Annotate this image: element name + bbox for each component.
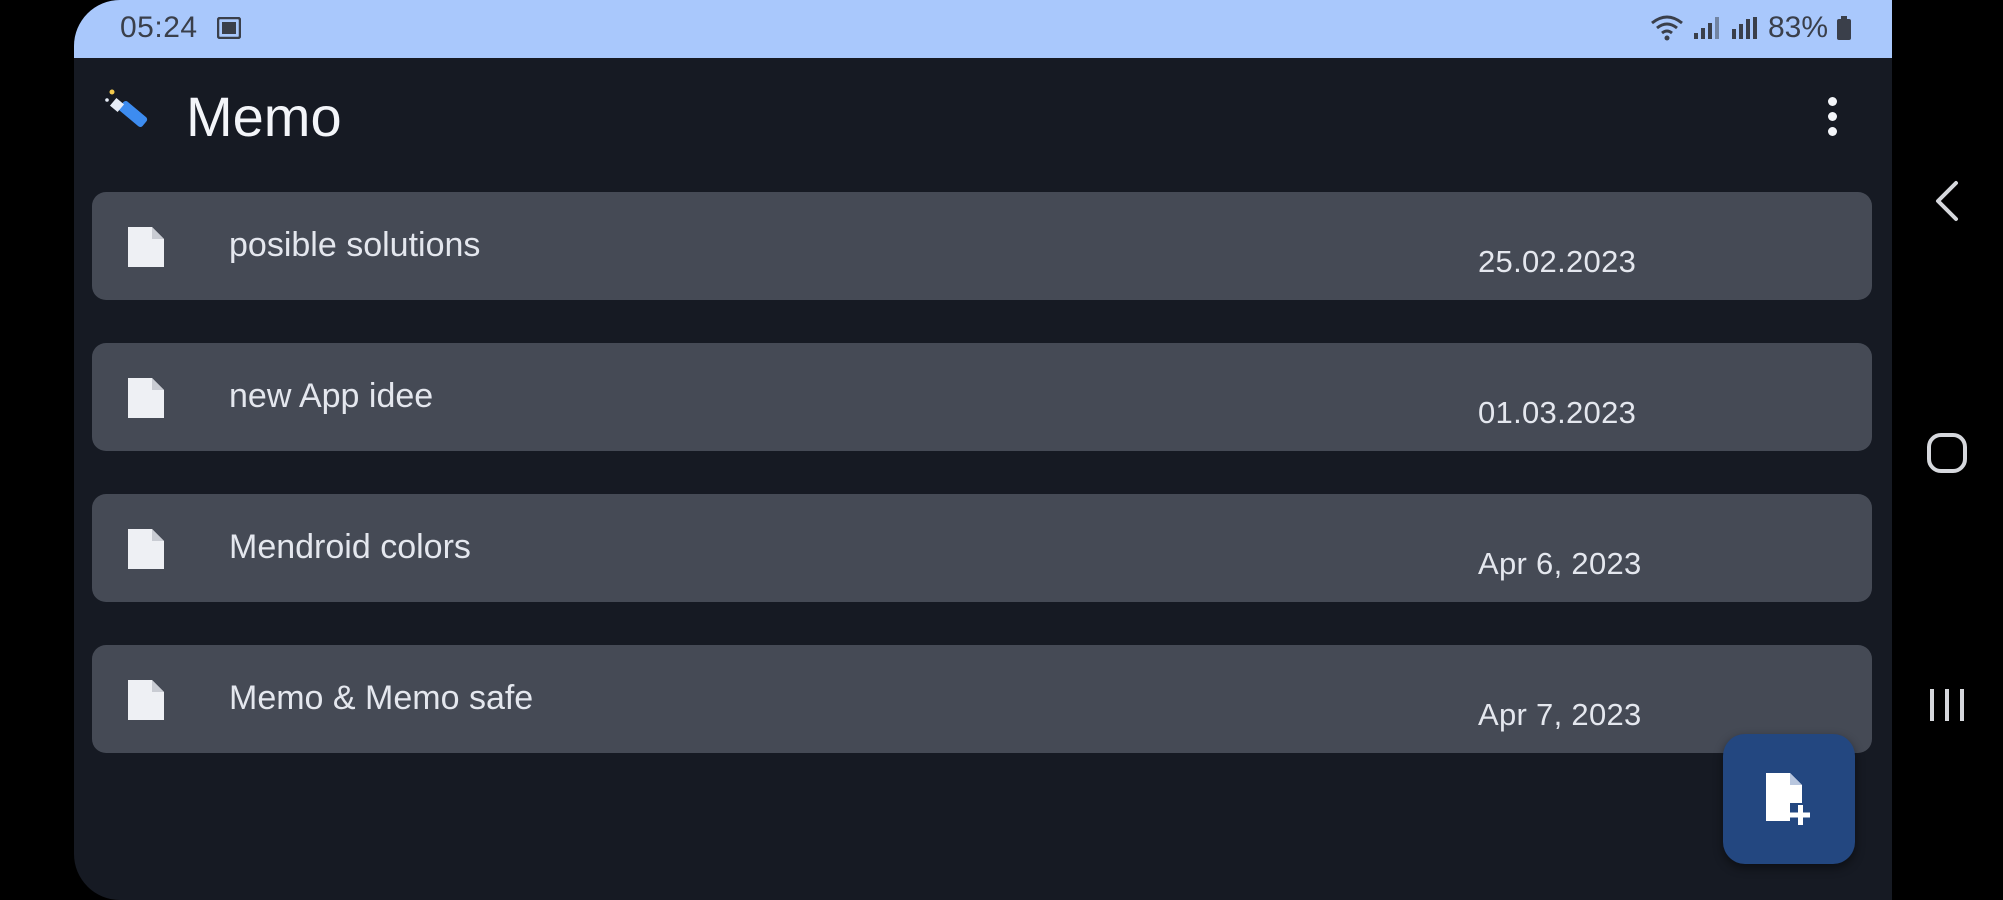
note-list: posible solutions 25.02.2023 new App ide… xyxy=(92,192,1872,796)
add-note-button[interactable] xyxy=(1723,734,1855,864)
home-icon xyxy=(1927,433,1967,473)
add-note-icon xyxy=(1766,773,1810,825)
pen-icon xyxy=(105,89,148,128)
app-bar: Memo xyxy=(74,58,1892,178)
navigation-bar xyxy=(1892,0,2003,900)
document-icon xyxy=(128,378,164,418)
battery-percent: 83% xyxy=(1767,11,1828,44)
note-title: Memo & Memo safe xyxy=(229,679,534,717)
document-icon xyxy=(128,227,164,267)
note-title: Mendroid colors xyxy=(229,528,471,566)
signal-icon xyxy=(1693,17,1719,39)
home-button[interactable] xyxy=(1912,418,1982,488)
battery-icon xyxy=(1837,16,1851,40)
recents-icon xyxy=(1930,689,1964,721)
note-date: 01.03.2023 xyxy=(1478,395,1637,430)
recents-button[interactable] xyxy=(1912,670,1982,740)
note-title: posible solutions xyxy=(229,226,481,264)
document-icon xyxy=(128,529,164,569)
status-time: 05:24 xyxy=(120,11,198,44)
note-date: Apr 6, 2023 xyxy=(1478,546,1642,581)
note-date: Apr 7, 2023 xyxy=(1478,697,1642,732)
status-indicators: 83% xyxy=(1650,11,1852,45)
note-title: new App idee xyxy=(229,377,434,415)
app-window: 05:24 83% Memo posible solutions 25.02.2… xyxy=(74,0,1892,900)
signal-icon-2 xyxy=(1731,17,1757,39)
wifi-icon xyxy=(1651,15,1683,41)
status-bar: 05:24 83% xyxy=(74,0,1892,58)
back-button[interactable] xyxy=(1912,166,1982,236)
page-title: Memo xyxy=(186,85,342,148)
note-date: 25.02.2023 xyxy=(1478,244,1637,279)
document-icon xyxy=(128,680,164,720)
list-item[interactable]: Memo & Memo safe Apr 7, 2023 xyxy=(92,645,1872,753)
back-chevron-icon xyxy=(1936,181,1958,221)
image-notification-icon xyxy=(217,17,241,39)
list-item[interactable]: new App idee 01.03.2023 xyxy=(92,343,1872,451)
list-item[interactable]: Mendroid colors Apr 6, 2023 xyxy=(92,494,1872,602)
more-vert-icon[interactable] xyxy=(1812,90,1852,142)
list-item[interactable]: posible solutions 25.02.2023 xyxy=(92,192,1872,300)
